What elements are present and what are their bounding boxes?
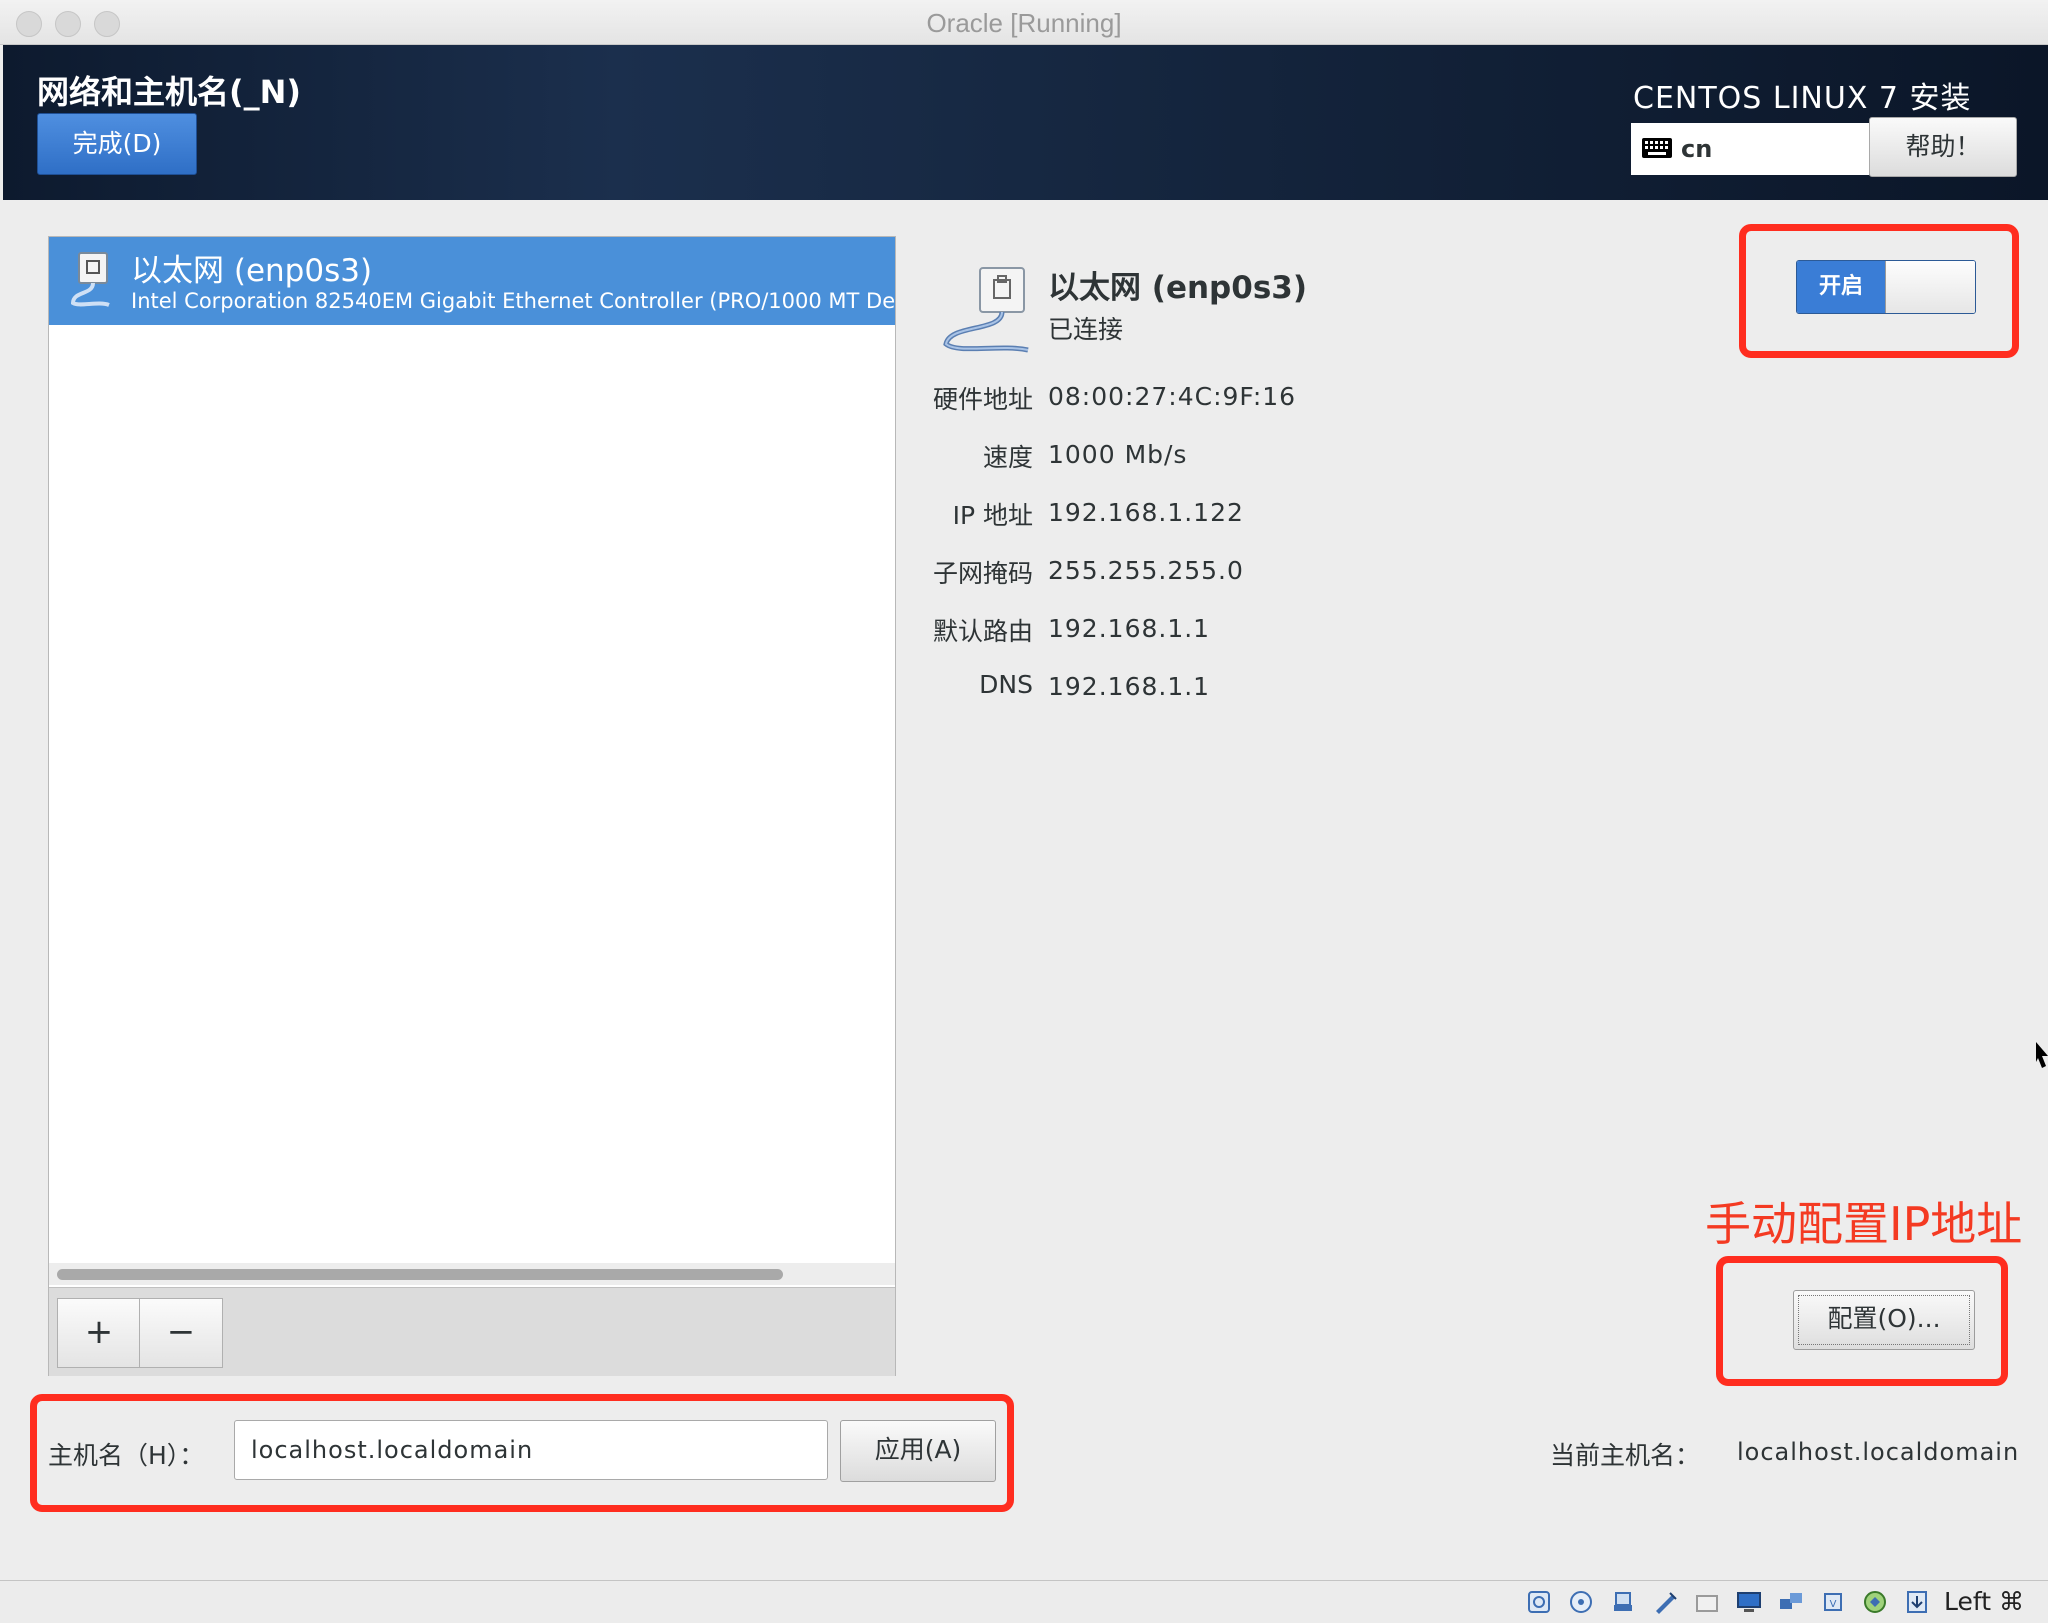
current-hostname-label: 当前主机名： bbox=[1550, 1441, 1701, 1470]
vm-status-bar: V Left ⌘ bbox=[0, 1580, 2048, 1623]
subnet-mask-label: 子网掩码 bbox=[932, 559, 1033, 588]
remove-device-button[interactable]: − bbox=[139, 1298, 223, 1368]
connection-status: 已连接 bbox=[1048, 315, 1124, 344]
device-name: 以太网 (enp0s3) bbox=[131, 253, 373, 289]
recording-icon[interactable] bbox=[1862, 1589, 1888, 1615]
annotation-label: 手动配置IP地址 bbox=[1705, 1197, 2023, 1251]
keyboard-layout-indicator[interactable]: cn bbox=[1631, 123, 1869, 175]
hard-disk-icon[interactable] bbox=[1526, 1589, 1552, 1615]
display-icon[interactable] bbox=[1736, 1589, 1762, 1615]
dns-value: 192.168.1.1 bbox=[1048, 672, 1211, 701]
subnet-mask-value: 255.255.255.0 bbox=[1048, 556, 1244, 585]
usb-icon[interactable] bbox=[1610, 1589, 1636, 1615]
network-icon[interactable] bbox=[1778, 1589, 1804, 1615]
list-item[interactable]: 以太网 (enp0s3) Intel Corporation 82540EM G… bbox=[49, 237, 895, 325]
done-button[interactable]: 完成(D) bbox=[37, 113, 197, 175]
ethernet-cable-icon bbox=[70, 252, 110, 307]
device-list-toolbar: + − bbox=[49, 1287, 895, 1376]
download-icon[interactable] bbox=[1904, 1589, 1930, 1615]
speed-value: 1000 Mb/s bbox=[1048, 440, 1188, 469]
device-detail-name: 以太网 (enp0s3) bbox=[1048, 270, 1308, 306]
hardware-address-value: 08:00:27:4C:9F:16 bbox=[1048, 382, 1297, 411]
add-device-button[interactable]: + bbox=[57, 1298, 141, 1368]
product-title: CENTOS LINUX 7 安装 bbox=[1633, 81, 1972, 116]
annotation-highlight-toggle bbox=[1739, 224, 2019, 358]
default-route-label: 默认路由 bbox=[932, 617, 1033, 646]
default-route-value: 192.168.1.1 bbox=[1048, 614, 1211, 643]
scrollbar-thumb[interactable] bbox=[57, 1269, 783, 1280]
device-description: Intel Corporation 82540EM Gigabit Ethern… bbox=[131, 289, 895, 313]
spoke-header: 网络和主机名(_N) 完成(D) CENTOS LINUX 7 安装 cn 帮助… bbox=[3, 45, 2048, 200]
help-button[interactable]: 帮助！ bbox=[1869, 117, 2017, 177]
ip-address-label: IP 地址 bbox=[952, 501, 1033, 530]
current-hostname-value: localhost.localdomain bbox=[1737, 1438, 2020, 1466]
speed-label: 速度 bbox=[982, 443, 1033, 472]
annotation-highlight-hostname bbox=[30, 1394, 1014, 1512]
hardware-address-label: 硬件地址 bbox=[932, 385, 1033, 414]
ip-address-value: 192.168.1.122 bbox=[1048, 498, 1244, 527]
page-title: 网络和主机名(_N) bbox=[37, 73, 302, 111]
horizontal-scrollbar[interactable] bbox=[49, 1263, 895, 1285]
window-titlebar: Oracle [Running] bbox=[0, 0, 2048, 45]
keyboard-layout-label: cn bbox=[1681, 135, 1713, 163]
svg-text:V: V bbox=[1830, 1599, 1837, 1610]
annotation-highlight-configure bbox=[1716, 1256, 2008, 1386]
ethernet-cable-icon bbox=[943, 267, 1029, 353]
dns-label: DNS bbox=[979, 670, 1033, 699]
mouse-cursor-icon bbox=[2036, 1042, 2048, 1068]
optical-disk-icon[interactable] bbox=[1568, 1589, 1594, 1615]
cpu-icon[interactable]: V bbox=[1820, 1589, 1846, 1615]
window-title: Oracle [Running] bbox=[926, 8, 1122, 38]
host-key-label: Left ⌘ bbox=[1944, 1587, 2024, 1616]
device-list: 以太网 (enp0s3) Intel Corporation 82540EM G… bbox=[48, 236, 896, 1376]
keyboard-icon bbox=[1642, 138, 1672, 158]
folder-icon[interactable] bbox=[1694, 1589, 1720, 1615]
shared-folder-icon[interactable] bbox=[1652, 1589, 1678, 1615]
